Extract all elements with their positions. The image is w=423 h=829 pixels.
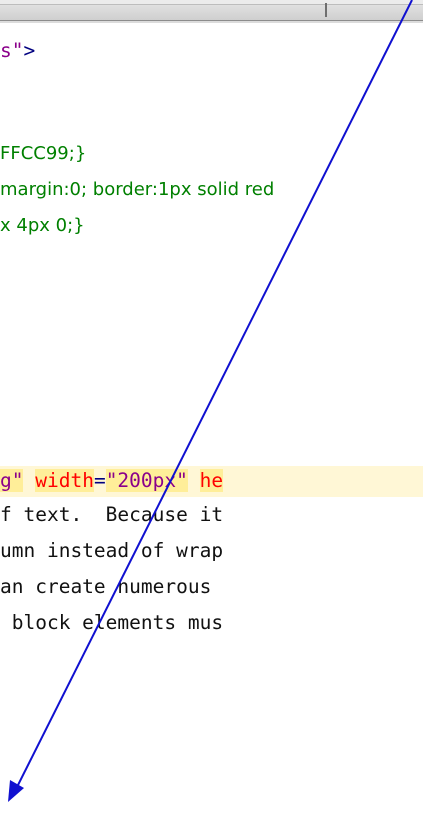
- text-line-4: block elements mus: [0, 611, 224, 634]
- height-attr: he: [199, 469, 224, 492]
- text-line-1: f text. Because it: [0, 503, 224, 526]
- src-value-end: g": [0, 469, 24, 492]
- annotation-arrow-line: [11, 0, 413, 798]
- width-attr: width: [35, 469, 94, 492]
- text-line-2: umn instead of wrap: [0, 539, 224, 562]
- text-line-3: an create numerous: [0, 575, 212, 598]
- annotation-arrowhead: [8, 780, 24, 802]
- attr-value: s": [0, 39, 24, 62]
- editor-tab-bar: [0, 0, 423, 21]
- tag-close: >: [23, 39, 36, 62]
- editor-divider: [0, 21, 423, 23]
- equals-sign: =: [93, 469, 106, 492]
- tab-bar-top-edge: [0, 0, 423, 5]
- css-rule-line-2: margin:0; border:1px solid red: [0, 179, 275, 200]
- width-value: "200px": [105, 469, 188, 492]
- annotation-overlay: [8, 0, 413, 802]
- css-rule-line-1: FFCC99;}: [0, 143, 87, 164]
- code-line-1: s">: [0, 36, 35, 66]
- tab-divider: [325, 3, 327, 17]
- img-tag-line: g" width="200px" he: [0, 466, 224, 496]
- css-rule-line-3: x 4px 0;}: [0, 215, 85, 236]
